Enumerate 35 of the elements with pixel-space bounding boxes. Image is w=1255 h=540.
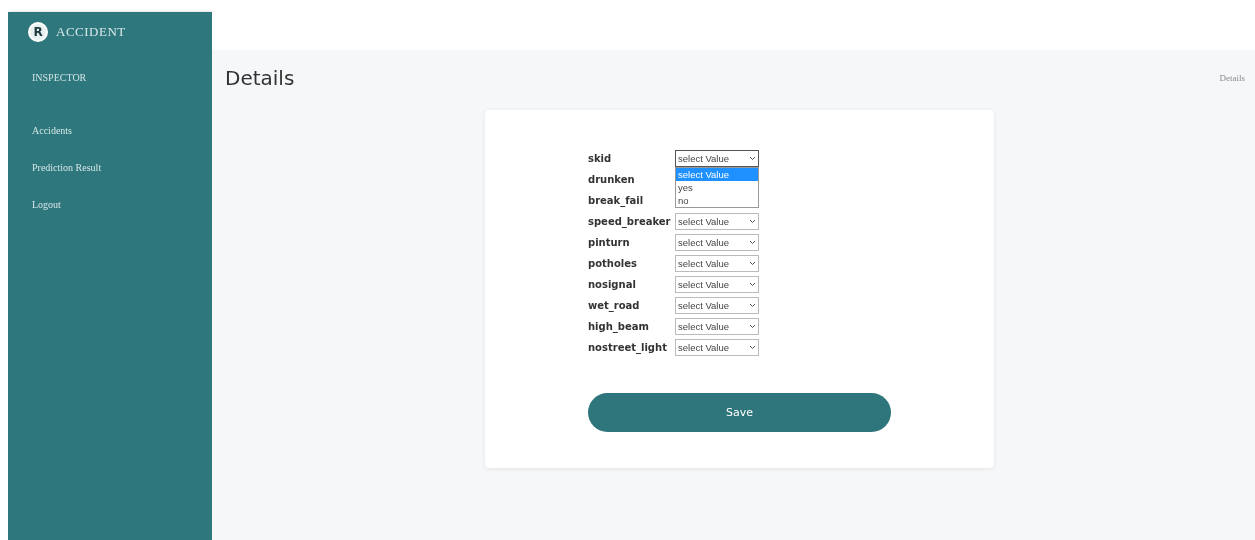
caret-icon [749, 303, 756, 308]
field-label: pinturn [588, 236, 631, 250]
sidebar-item[interactable]: Prediction Result [32, 162, 102, 173]
select-field[interactable]: select Value [675, 234, 759, 251]
caret-icon [749, 324, 756, 329]
field-label: high_beam [588, 320, 650, 335]
save-button[interactable]: Save [588, 393, 891, 432]
field-label: nostreet_light [588, 341, 668, 356]
select-field[interactable]: select Value [675, 150, 759, 167]
page-title: Details [225, 66, 295, 90]
breadcrumb[interactable]: Details [1219, 73, 1245, 83]
select-field[interactable]: select Value [675, 297, 759, 314]
field-label: break_fail [588, 194, 645, 209]
field-label: speed_breaker [588, 215, 672, 230]
sidebar-item[interactable]: Accidents [32, 125, 72, 136]
select-field[interactable]: select Value [675, 339, 759, 356]
field-label: wet_road [588, 299, 641, 314]
select-field[interactable]: select Value [675, 276, 759, 293]
sidebar-item[interactable]: Logout [32, 199, 61, 210]
logo: R [28, 22, 48, 42]
field-label: nosignal [588, 278, 637, 292]
select-field[interactable]: select Value [675, 318, 759, 335]
caret-icon [749, 345, 756, 350]
caret-icon [749, 240, 756, 245]
field-label: drunken [588, 173, 636, 187]
caret-icon [749, 219, 756, 224]
caret-icon [749, 156, 756, 161]
select-field[interactable]: select Value [675, 255, 759, 272]
field-label: skid [588, 152, 613, 166]
field-label: potholes [588, 257, 638, 271]
brand-name: ACCIDENT [56, 24, 126, 40]
select-field[interactable]: select Value [675, 213, 759, 230]
caret-icon [749, 261, 756, 266]
role-label: INSPECTOR [32, 72, 88, 83]
caret-icon [749, 282, 756, 287]
